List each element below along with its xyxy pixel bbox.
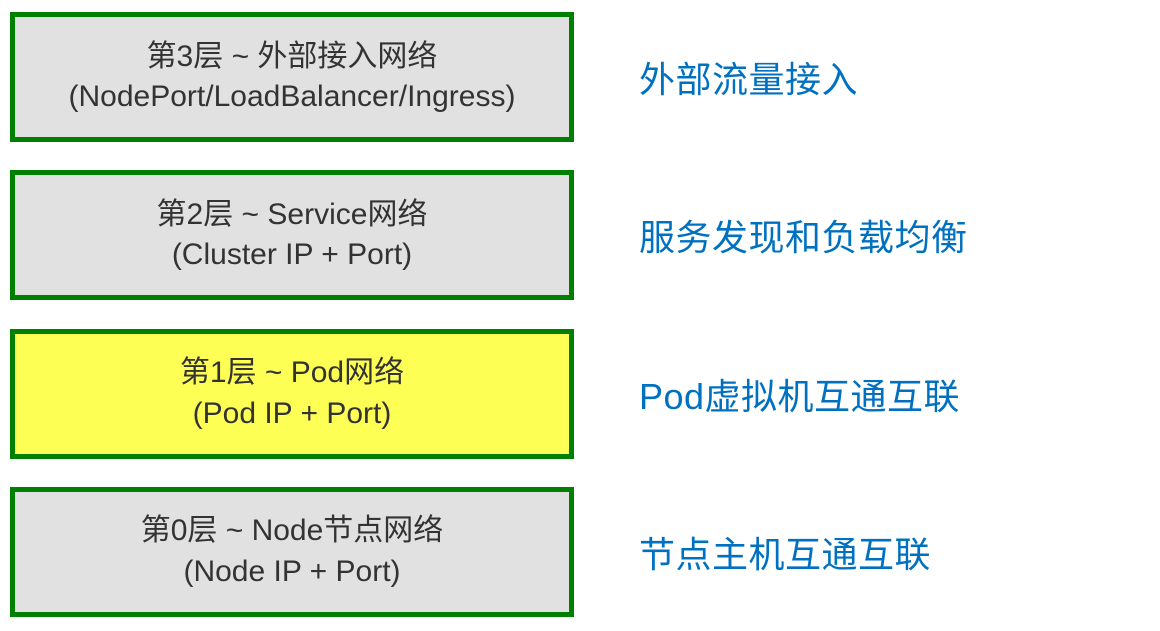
k8s-network-layers-diagram: 第3层 ~ 外部接入网络 (NodePort/LoadBalancer/Ingr… [0,0,1160,631]
layer0-description: 节点主机互通互联 [639,526,931,578]
layer2-description: 服务发现和负载均衡 [639,209,968,261]
layer-box-0-node-network: 第0层 ~ Node节点网络 (Node IP + Port) [10,487,574,617]
layer-row-1: 第1层 ~ Pod网络 (Pod IP + Port) Pod虚拟机互通互联 [10,329,1150,459]
layer-box-3-external-access: 第3层 ~ 外部接入网络 (NodePort/LoadBalancer/Ingr… [10,12,574,142]
layer2-detail: (Cluster IP + Port) [172,235,412,276]
layer2-title: 第2层 ~ Service网络 [157,195,428,236]
layer3-detail: (NodePort/LoadBalancer/Ingress) [69,77,516,118]
layer-box-1-pod-network: 第1层 ~ Pod网络 (Pod IP + Port) [10,329,574,459]
layer0-detail: (Node IP + Port) [183,552,400,593]
layer3-description: 外部流量接入 [639,51,858,103]
layer1-description: Pod虚拟机互通互联 [639,368,960,420]
layer3-title: 第3层 ~ 外部接入网络 [147,37,438,78]
layer-row-2: 第2层 ~ Service网络 (Cluster IP + Port) 服务发现… [10,170,1150,300]
layer0-title: 第0层 ~ Node节点网络 [141,511,444,552]
layer1-title: 第1层 ~ Pod网络 [180,353,404,394]
layer1-detail: (Pod IP + Port) [193,394,392,435]
layer-row-3: 第3层 ~ 外部接入网络 (NodePort/LoadBalancer/Ingr… [10,12,1150,142]
layer-row-0: 第0层 ~ Node节点网络 (Node IP + Port) 节点主机互通互联 [10,487,1150,617]
layer-box-2-service-network: 第2层 ~ Service网络 (Cluster IP + Port) [10,170,574,300]
